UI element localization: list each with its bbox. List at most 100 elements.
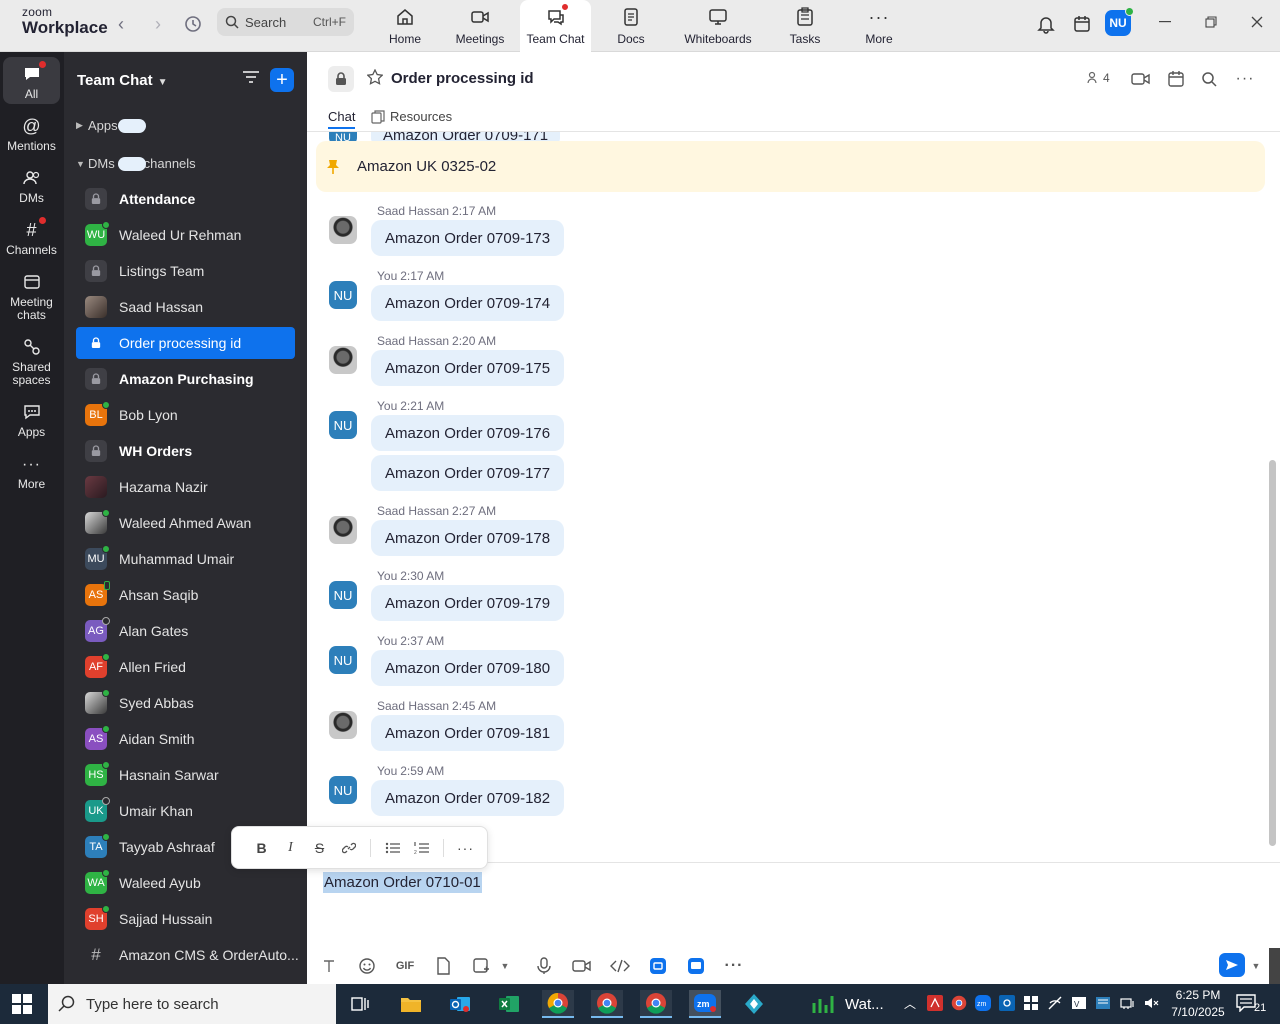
resize-handle[interactable] [1269,948,1280,984]
filter-icon[interactable] [242,70,262,90]
chat-title[interactable]: Order processing id [391,70,534,87]
sidebar-item[interactable]: Attendance [76,183,295,215]
rail-dms[interactable]: DMs [3,167,60,205]
avatar[interactable] [329,516,357,544]
schedule-icon[interactable] [1165,69,1187,89]
message-bubble[interactable]: Amazon Order 0709-175 [371,350,565,386]
zoom-tray-icon[interactable]: zm [974,994,992,1012]
back-arrow-icon[interactable]: ‹ [109,14,133,34]
tab-docs[interactable]: Docs [614,0,648,52]
send-options-chevron-icon[interactable]: ▼ [1245,955,1267,977]
history-icon[interactable] [181,14,205,34]
file-explorer-icon[interactable] [395,990,427,1018]
sidebar-item[interactable]: MU Muhammad Umair [76,543,295,575]
avatar[interactable]: NU [329,411,357,439]
sender-name[interactable]: Saad Hassan [377,504,449,518]
scrollbar-thumb[interactable] [1269,460,1276,846]
chrome-profile-2-icon[interactable] [640,990,672,1018]
rail-shared-spaces[interactable]: Shared spaces [3,336,60,387]
message-bubble[interactable]: Amazon Order 0709-182 [371,780,565,816]
message-bubble[interactable]: Amazon Order 0709-179 [371,585,565,621]
sender-name[interactable]: You [377,399,397,413]
video-call-icon[interactable] [1130,69,1152,89]
file-icon[interactable] [432,955,454,977]
message-list[interactable]: NU Amazon Order 0709-171 Amazon UK 0325-… [307,132,1267,862]
sidebar-item[interactable]: HS Hasnain Sarwar [76,759,295,791]
sidebar-item[interactable]: AS Aidan Smith [76,723,295,755]
message-bubble[interactable]: Amazon Order 0709-174 [371,285,565,321]
sidebar-item[interactable]: WH Orders [76,435,295,467]
avatar[interactable] [329,346,357,374]
screenshot-icon[interactable] [470,955,492,977]
bell-icon[interactable] [1030,10,1062,38]
forward-arrow-icon[interactable]: › [146,14,170,34]
sidebar-item[interactable]: AS Ahsan Saqib [76,579,295,611]
tab-whiteboards[interactable]: Whiteboards [682,0,754,52]
acrobat-icon[interactable] [926,994,944,1012]
sender-name[interactable]: Saad Hassan [377,204,449,218]
sidebar-item[interactable]: Hazama Nazir [76,471,295,503]
volume-muted-icon[interactable] [1142,994,1160,1012]
rail-meeting-chats[interactable]: Meeting chats [3,271,60,322]
excel-icon[interactable] [493,990,525,1018]
sidebar-item[interactable]: Listings Team [76,255,295,287]
tab-resources[interactable]: Resources [371,109,452,124]
link-icon[interactable] [334,835,363,861]
sidebar-item[interactable]: # Amazon CMS & OrderAuto... [76,939,298,971]
sidebar-item[interactable]: Amazon Purchasing [76,363,295,395]
rail-all[interactable]: All [3,57,60,104]
tab-tasks[interactable]: Tasks [788,0,822,52]
video-message-icon[interactable] [571,955,593,977]
minimize-icon[interactable] [1150,10,1180,34]
text-format-icon[interactable] [318,955,340,977]
app-integration-icon[interactable] [647,955,669,977]
network-status-icon[interactable] [1046,994,1064,1012]
italic-button[interactable]: I [276,835,305,861]
network-icon[interactable] [1118,994,1136,1012]
section-apps[interactable]: ▶ Apps [76,118,146,133]
whiteboard-share-icon[interactable] [685,955,707,977]
emoji-icon[interactable] [356,955,378,977]
rail-mentions[interactable]: @ Mentions [3,115,60,153]
system-clock[interactable]: 6:25 PM 7/10/2025 [1166,987,1230,1021]
message-input[interactable]: Amazon Order 0710-01 [323,872,482,893]
numbered-list-icon[interactable]: 2 [407,835,436,861]
star-icon[interactable] [366,68,384,85]
sidebar-item[interactable]: Waleed Ahmed Awan [76,507,295,539]
search-icon[interactable] [1198,69,1220,89]
code-snippet-icon[interactable] [609,955,631,977]
sender-name[interactable]: Saad Hassan [377,699,449,713]
sender-name[interactable]: You [377,269,397,283]
rail-apps[interactable]: Apps [3,401,60,439]
whatsapp-taskbar-button[interactable]: Wat... [812,984,884,1024]
rail-channels[interactable]: # Channels [3,217,60,257]
restore-icon[interactable] [1196,10,1226,34]
search-box[interactable]: Search Ctrl+F [217,8,354,36]
windows-start-icon[interactable] [12,994,32,1014]
tab-meetings[interactable]: Meetings [452,0,508,52]
message-bubble[interactable]: Amazon Order 0709-178 [371,520,565,556]
pinned-message[interactable]: Amazon UK 0325-02 [316,141,1265,192]
sidebar-item[interactable]: AG Alan Gates [76,615,295,647]
sidebar-item[interactable]: Order processing id [76,327,295,359]
scrollbar[interactable] [1267,132,1280,862]
task-view-icon[interactable] [344,990,376,1018]
sender-name[interactable]: You [377,764,397,778]
sidebar-item[interactable]: Saad Hassan [76,291,295,323]
new-chat-button[interactable]: + [270,68,294,92]
sidebar-item[interactable]: AF Allen Fried [76,651,295,683]
avatar[interactable]: NU [329,776,357,804]
chrome-tray-icon[interactable] [950,994,968,1012]
sidebar-title[interactable]: Team Chat ▼ [77,72,167,89]
chrome-icon[interactable] [542,990,574,1018]
message-bubble[interactable]: Amazon Order 0709-177 [371,455,565,491]
calendar-icon[interactable] [1066,10,1098,38]
tab-more[interactable]: ··· More [862,0,896,52]
avatar[interactable]: NU [329,646,357,674]
avatar[interactable]: NU [329,581,357,609]
microphone-icon[interactable] [533,955,555,977]
message-bubble[interactable]: Amazon Order 0709-181 [371,715,565,751]
sender-name[interactable]: You [377,634,397,648]
sidebar-item[interactable]: UK Umair Khan [76,795,295,827]
gif-button[interactable]: GIF [394,955,416,977]
